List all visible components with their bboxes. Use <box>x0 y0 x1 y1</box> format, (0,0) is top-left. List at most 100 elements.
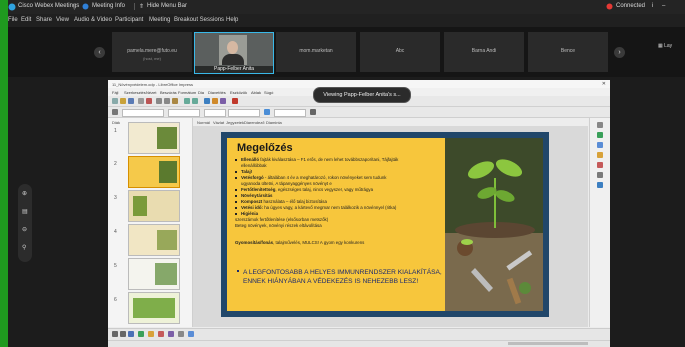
view-tabs: Normál Vázlat Jegyzetek Diarendező Diami… <box>193 118 588 126</box>
seedling-illustration <box>445 138 543 311</box>
redo-icon <box>192 98 198 104</box>
avatar <box>227 41 238 54</box>
slide-line: Növénytársítás <box>241 193 273 198</box>
slide-line: Higiénia <box>241 211 259 216</box>
paste-icon <box>172 98 178 104</box>
master-slides-icon <box>597 152 603 158</box>
shadow-icon <box>310 109 316 115</box>
zoom-out-icon[interactable]: ⊖ <box>22 226 27 233</box>
chevron-right-icon: › <box>618 49 621 56</box>
doc-menu-item: Dia <box>198 90 205 95</box>
window-close-icon: ✕ <box>601 81 606 87</box>
menu-breakout-sessions[interactable]: Breakout Sessions <box>174 17 224 23</box>
info-icon-small[interactable]: i <box>652 3 653 9</box>
slide-line: ugyanoda ültetni, A tápanyaggényes növén… <box>241 181 332 186</box>
doc-menu-item: Diavetítés <box>208 90 226 95</box>
open-icon <box>120 98 126 104</box>
menu-meeting[interactable]: Meeting <box>149 17 170 23</box>
slide-line: Fertőtlenítettség, egészséges talaj, nin… <box>241 187 374 192</box>
zoom-reset-icon[interactable]: ⚲ <box>22 244 26 251</box>
app-title: Cisco Webex Meetings <box>18 3 80 9</box>
document-title: 11_Növényvédelem.odp - LibreOffice Impre… <box>112 82 194 87</box>
tab-normal[interactable]: Normál <box>197 120 210 125</box>
next-participants-button[interactable]: › <box>614 47 625 58</box>
tab-outline[interactable]: Vázlat <box>213 120 224 125</box>
menu-help[interactable]: Help <box>226 17 238 23</box>
connection-status-icon <box>606 3 613 12</box>
participant-tile[interactable]: Bence <box>528 32 608 72</box>
doc-menu-item: Súgó <box>264 90 274 95</box>
slide-text-panel: Megelőzés Ellenálló fajták kiválasztása … <box>227 138 445 311</box>
cut-icon <box>156 98 162 104</box>
image-icon <box>212 98 218 104</box>
webex-logo-icon <box>8 3 16 11</box>
minimize-icon[interactable]: – <box>662 3 665 9</box>
menu-file[interactable]: File <box>8 17 18 23</box>
text-tool-icon <box>128 331 134 337</box>
gallery-icon <box>597 172 603 178</box>
slide-line: ellenállóbbak <box>241 163 267 168</box>
doc-menu-item: Nézet <box>146 90 157 95</box>
participant-tile[interactable]: Abc <box>360 32 440 72</box>
menu-participant[interactable]: Participant <box>115 17 143 23</box>
slide-garden-image <box>445 138 543 311</box>
participant-tile[interactable]: mom.marketan <box>276 32 356 72</box>
viewing-share-tooltip: Viewing Papp-Felber Anita's s... <box>313 87 411 103</box>
doc-menu-item: Ablak <box>251 90 262 95</box>
doc-menu-item: Formátum <box>178 90 197 95</box>
slide-thumbnail[interactable] <box>128 190 180 222</box>
slide-thumbnail[interactable] <box>128 258 180 290</box>
tab-slide-sorter[interactable]: Diarendező <box>244 120 264 125</box>
tab-notes[interactable]: Jegyzetek <box>226 120 244 125</box>
slide-line: Vetésforgó - általában 4 év a meghatároz… <box>241 175 387 180</box>
styles-icon <box>597 162 603 168</box>
flowchart-icon <box>168 331 174 337</box>
slide-line: Ellenálló fajták kiválasztása – F1 erős,… <box>241 157 399 162</box>
drawing-toolbar-status <box>108 328 610 347</box>
copy-icon <box>164 98 170 104</box>
participant-tile-active-speaker[interactable]: Papp-Felber Anita <box>194 32 274 74</box>
table-icon <box>204 98 210 104</box>
slide-thumbnail[interactable] <box>128 224 180 256</box>
menu-audio-video[interactable]: Audio & Video <box>74 17 112 23</box>
callouts-icon <box>178 331 184 337</box>
shared-screen: 11_Növényvédelem.odp - LibreOffice Impre… <box>108 80 610 347</box>
previous-participants-button[interactable]: ‹ <box>94 47 105 58</box>
new-icon <box>112 98 118 104</box>
properties-icon <box>597 122 603 128</box>
meeting-info-button[interactable]: Meeting Info <box>92 3 125 9</box>
tab-master[interactable]: Diaminta <box>266 120 282 125</box>
slide-thumbnail[interactable] <box>128 292 180 324</box>
slides-pane-title: Diák <box>112 120 121 125</box>
webex-title-bar: Cisco Webex Meetings Meeting Info ⇑ Hide… <box>8 0 685 14</box>
slide-thumbnail[interactable] <box>128 122 180 154</box>
connection-status: Connected <box>616 3 646 9</box>
doc-menu-item: Eszközök <box>230 90 248 95</box>
right-sidebar <box>589 118 610 327</box>
fit-icon[interactable]: ▤ <box>22 208 28 215</box>
print-icon <box>138 98 144 104</box>
hide-menu-bar-button[interactable]: Hide Menu Bar <box>147 3 187 9</box>
current-slide[interactable]: Megelőzés Ellenálló fajták kiválasztása … <box>221 132 549 317</box>
webex-menu-bar: File Edit Share View Audio & Video Parti… <box>8 14 685 27</box>
animation-icon <box>597 142 603 148</box>
layout-button[interactable]: ▦ Lay <box>658 43 672 49</box>
arrows-icon <box>158 331 164 337</box>
participant-tile[interactable]: pamela.mere@futo.eu (host, me) <box>112 32 192 72</box>
slide-title: Megelőzés <box>237 142 293 154</box>
start-slideshow-icon <box>232 98 238 104</box>
slide-emphasis-text: A LEGFONTOSABB A HELYES IMMUNRENDSZER KI… <box>243 269 442 285</box>
slide-line: Talaj! <box>241 169 253 174</box>
participant-tile[interactable]: Barna Andi <box>444 32 524 72</box>
slide-line: Beteg növények, növényi részek eltávolít… <box>235 223 322 228</box>
menu-edit[interactable]: Edit <box>21 17 31 23</box>
area-icon <box>264 109 270 115</box>
menu-view[interactable]: View <box>56 17 69 23</box>
zoom-slider <box>508 342 588 345</box>
chevron-left-icon: ‹ <box>98 49 101 56</box>
zoom-in-icon[interactable]: ⊕ <box>22 190 27 197</box>
doc-menu-item: Szerkesztés <box>124 90 146 95</box>
menu-share[interactable]: Share <box>36 17 52 23</box>
slide-thumbnail-selected[interactable] <box>128 156 180 188</box>
slide-line: Vetési idő: ha úgyes vagy, a kártevő meg… <box>241 205 397 210</box>
